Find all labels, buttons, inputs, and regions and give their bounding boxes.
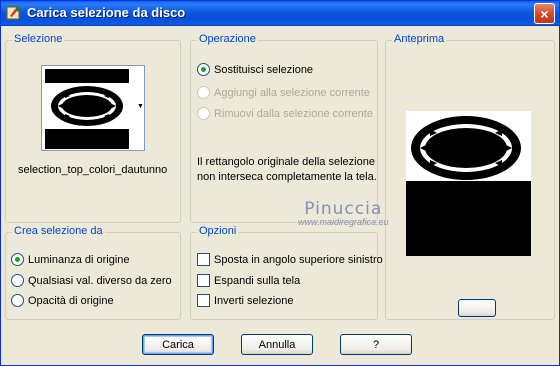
- preview-image: [406, 111, 531, 256]
- crea-selezione-label: Crea selezione da: [12, 225, 105, 237]
- radio-label: Qualsiasi val. diverso da zero: [28, 274, 172, 287]
- opzioni-group: Opzioni Sposta in angolo superiore sinis…: [190, 225, 383, 320]
- crea-selezione-group: Crea selezione da Luminanza di origine Q…: [5, 225, 181, 320]
- window-title: Carica selezione da disco: [27, 5, 186, 20]
- radio-button[interactable]: [11, 253, 24, 266]
- opzioni-label: Opzioni: [197, 225, 239, 237]
- radio-label: Sostituisci selezione: [214, 63, 314, 76]
- checkbox-inverti[interactable]: Inverti selezione: [197, 294, 294, 307]
- dialog-window: Carica selezione da disco × Selezione ▼ …: [0, 0, 560, 366]
- checkbox-label: Espandi sulla tela: [214, 274, 301, 287]
- checkbox[interactable]: [197, 253, 210, 266]
- radio-aggiungi[interactable]: Aggiungi alla selezione corrente: [197, 86, 370, 99]
- selezione-group: Selezione ▼ selection_top_colori_dautunn…: [5, 33, 181, 223]
- radio-label: Luminanza di origine: [28, 253, 130, 266]
- anteprima-label: Anteprima: [392, 33, 447, 45]
- radio-button[interactable]: [11, 294, 24, 307]
- watermark: Pinuccia www.maidiregrafica.eu: [298, 199, 389, 227]
- app-icon: [6, 6, 21, 20]
- watermark-url: www.maidiregrafica.eu: [298, 217, 389, 227]
- radio-label: Aggiungi alla selezione corrente: [214, 86, 370, 99]
- info-message: Il rettangolo originale della selezione …: [197, 155, 377, 185]
- radio-button[interactable]: [197, 86, 210, 99]
- selection-thumbnail: [45, 69, 129, 149]
- checkbox-label: Sposta in angolo superiore sinistro: [214, 253, 383, 266]
- carica-button[interactable]: Carica: [142, 334, 214, 355]
- radio-button[interactable]: [197, 63, 210, 76]
- radio-opacita[interactable]: Opacità di origine: [11, 294, 114, 307]
- close-icon[interactable]: ×: [534, 3, 555, 24]
- help-button[interactable]: ?: [340, 334, 412, 355]
- preview-zoom-button[interactable]: [458, 299, 496, 317]
- checkbox[interactable]: [197, 294, 210, 307]
- checkbox[interactable]: [197, 274, 210, 287]
- operazione-group: Operazione Sostituisci selezione Aggiung…: [190, 33, 378, 223]
- radio-label: Rimuovi dalla selezione corrente: [214, 107, 373, 120]
- checkbox-sposta[interactable]: Sposta in angolo superiore sinistro: [197, 253, 383, 266]
- title-bar[interactable]: Carica selezione da disco ×: [1, 1, 559, 26]
- anteprima-group: Anteprima: [385, 33, 555, 320]
- radio-luminanza[interactable]: Luminanza di origine: [11, 253, 130, 266]
- radio-rimuovi[interactable]: Rimuovi dalla selezione corrente: [197, 107, 373, 120]
- radio-sostituisci[interactable]: Sostituisci selezione: [197, 63, 313, 76]
- info-line-1: Il rettangolo originale della selezione: [197, 156, 375, 168]
- checkbox-espandi[interactable]: Espandi sulla tela: [197, 274, 300, 287]
- checkbox-label: Inverti selezione: [214, 294, 294, 307]
- radio-qualsiasi[interactable]: Qualsiasi val. diverso da zero: [11, 274, 172, 287]
- selezione-label: Selezione: [12, 33, 65, 45]
- chevron-down-icon[interactable]: ▼: [137, 103, 144, 110]
- watermark-name: Pinuccia: [304, 199, 383, 219]
- info-line-2: non interseca completamente la tela.: [197, 171, 377, 183]
- operazione-label: Operazione: [197, 33, 258, 45]
- selection-file-name: selection_top_colori_dautunno: [18, 164, 168, 176]
- radio-label: Opacità di origine: [28, 294, 114, 307]
- selection-picker[interactable]: ▼: [41, 65, 145, 151]
- annulla-button[interactable]: Annulla: [241, 334, 313, 355]
- radio-button[interactable]: [197, 107, 210, 120]
- radio-button[interactable]: [11, 274, 24, 287]
